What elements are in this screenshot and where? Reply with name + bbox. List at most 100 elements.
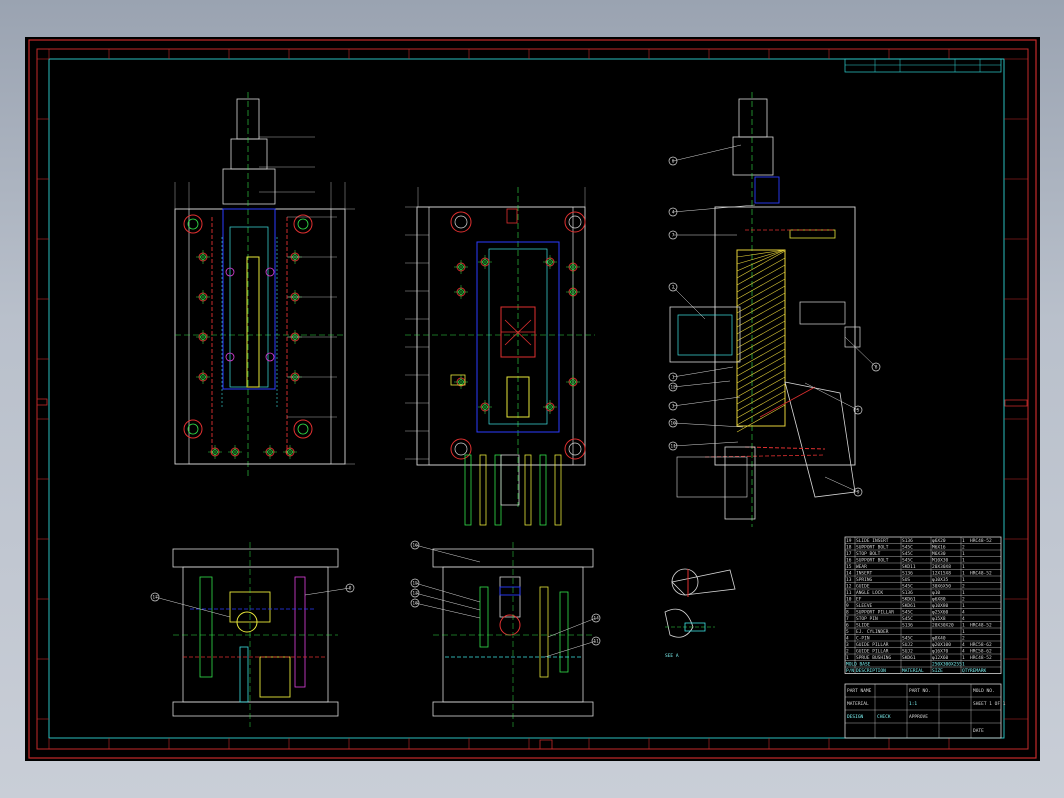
bom-cell-material: S45C [902, 616, 913, 622]
bom-cell-no: 4 [846, 636, 849, 642]
ejector-pin [494, 454, 502, 526]
bom-cell-qty: 2 [962, 545, 965, 551]
center-mark-right [1004, 399, 1028, 407]
bom-cell-qty: 1 [962, 558, 965, 564]
leader-line [672, 204, 756, 213]
bom-cell-size: φ15X8 [932, 616, 946, 622]
leader-line [804, 382, 859, 411]
bom-cell-qty: 1 [962, 655, 965, 661]
leader-line [547, 617, 597, 638]
bom-cell-size: M6X16 [932, 545, 946, 551]
bom-cell-size: 30X6X50 [932, 584, 951, 590]
bom-cell-qty: 1 [962, 623, 965, 629]
guide-pillar-hole [564, 438, 586, 460]
bom-cell-description: WEAR [856, 564, 867, 570]
bom-cell-no: 16 [846, 558, 852, 564]
title-block: PART NAME PART NO. MOLD NO. MATERIAL 1:1 SHEE… [844, 683, 1006, 739]
side-section-view: 647211231011589 [668, 92, 881, 527]
bom-cell-no: 18 [846, 545, 852, 551]
leader-line [544, 640, 597, 658]
cad-viewport[interactable]: 6 4 7 2 1 12 3 10 11 5 8 9 17 8 16 15 13 18 14 11 SEE A 19… [25, 37, 1040, 761]
bom-cell-description: GUIDE PILLAR [856, 649, 889, 655]
hatch-line [736, 404, 786, 433]
bom-cell-remark: REMARK [970, 668, 987, 674]
guide-pillar-hole-inner [187, 423, 199, 435]
callout-number: 12 [670, 385, 676, 391]
detail-profile [671, 569, 736, 596]
bom-cell-no: 1 [846, 655, 849, 661]
ejector-pin-hole [265, 352, 275, 362]
title-checker: CHECK [877, 714, 891, 720]
bom-cell-description: SPRUE BUSHING [856, 655, 892, 661]
section-views: 178161513181411 [150, 540, 601, 727]
title-part-name: PART NAME [847, 688, 872, 694]
bom-cell-qty: 4 [962, 610, 965, 616]
detail-view-label: SEE A [665, 653, 679, 659]
bom-cell-qty: 1 [962, 577, 965, 583]
bom-cell-description: EJ. CYLINDER [856, 629, 889, 635]
bom-cell-no: 10 [846, 597, 852, 603]
hatch-line [736, 292, 786, 321]
bom-cell-material: MATERIAL [902, 668, 924, 674]
callout-number: 8 [349, 586, 352, 592]
bill-of-materials: 19 SLIDE INSERT S136 φ6X20 1 HRC48-5218 SUPPOR… [844, 536, 1002, 674]
bom-cell-material: S136 [902, 623, 913, 629]
bom-cell-no: P/N [846, 668, 854, 674]
support-bolt [789, 229, 836, 239]
bom-cell-size: φ10X80 [932, 603, 949, 609]
bom-cell-remark: HRC48-52 [970, 655, 992, 661]
bom-cell-description: GUIDE PILLAR [856, 642, 889, 648]
bom-cell-qty: 1 [962, 571, 965, 577]
ejector-pin [479, 454, 487, 526]
bom-cell-size: φ25X60 [932, 610, 949, 616]
sprue-slot [506, 208, 518, 224]
guide-pillar-hole [293, 214, 313, 234]
runner [499, 586, 521, 596]
bom-cell-qty: 1 [962, 590, 965, 596]
bom-cell-material: S45C [902, 545, 913, 551]
bom-cell-no: 19 [846, 538, 852, 544]
bom-cell-remark: HRC58-62 [970, 642, 992, 648]
bom-cell-description: SUPPORT PILLAR [856, 610, 894, 616]
ejector-pin [539, 454, 547, 526]
callout-number: 2 [672, 285, 675, 291]
bom-cell-remark: HRC48-52 [970, 623, 992, 629]
bom-cell-size: φ6X20 [932, 538, 946, 544]
bom-cell-no: 8 [846, 610, 849, 616]
sprue-block [738, 98, 768, 138]
leader-line [844, 336, 877, 368]
leader-line [154, 596, 231, 618]
hatch-line [736, 264, 786, 293]
guide-pillar-hole-inner [187, 218, 199, 230]
bom-cell-material: SUJ2 [902, 649, 913, 655]
guide-pillar-hole-inner [454, 442, 468, 456]
bom-cell-description: DESCRIPTION [856, 668, 886, 674]
mold-plate [182, 566, 329, 703]
leader-line [672, 144, 742, 162]
bom-cell-no: 14 [846, 571, 852, 577]
bom-cell-size: φ12X60 [932, 655, 949, 661]
leader-line [672, 380, 731, 388]
hatch-line [736, 369, 786, 398]
bom-cell-size: φ10X35 [932, 577, 949, 583]
bom-cell-description: C-PIN [856, 636, 870, 642]
hatch-line [736, 348, 786, 377]
bom-cell-material: SKD61 [902, 655, 916, 661]
callout-number: 9 [857, 490, 860, 496]
bom-cell-qty: 1 [962, 538, 965, 544]
bom-cell-qty: 4 [962, 649, 965, 655]
slide-body [677, 314, 733, 356]
mold-assembly-drawing: 647211231011589 178161513181411 SEE A 19… [28, 39, 1037, 759]
ejector-pin [524, 454, 532, 526]
bom-cell-no: 17 [846, 551, 852, 557]
stop-block [799, 301, 846, 325]
bom-cell-qty: 1 [962, 603, 965, 609]
hatch-line [736, 341, 786, 370]
guide-pillar-hole-inner [568, 442, 582, 456]
ejector-retainer [676, 456, 748, 498]
title-scale: 1:1 [909, 701, 917, 707]
title-material: MATERIAL [847, 701, 869, 707]
hatch-line [736, 397, 786, 426]
bom-cell-description: GUIDE [856, 584, 870, 590]
bom-cell-material: S136 [902, 538, 913, 544]
